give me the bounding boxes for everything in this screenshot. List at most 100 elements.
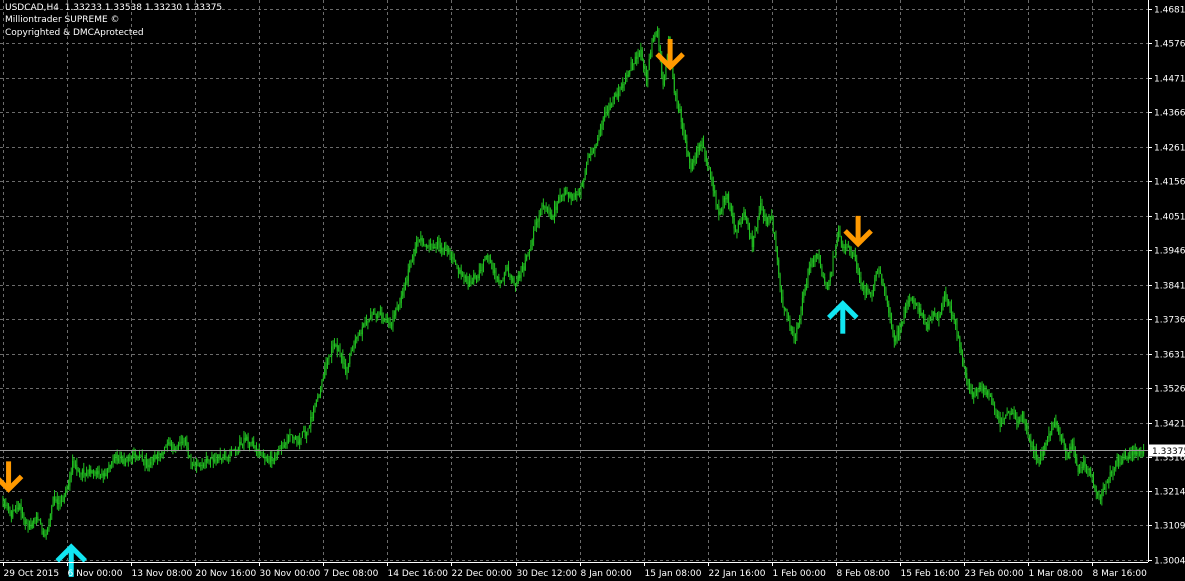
- candle-body: [137, 456, 139, 459]
- candle-body: [182, 441, 184, 443]
- candle-body: [794, 334, 796, 339]
- candle: [757, 217, 759, 234]
- candle: [1116, 453, 1118, 467]
- sell-arrow-icon: [843, 215, 873, 248]
- candle: [648, 53, 650, 71]
- candle: [900, 319, 902, 333]
- candle-body: [765, 215, 767, 225]
- candle-body: [512, 277, 514, 282]
- candle-body: [567, 192, 569, 197]
- candle-body: [205, 458, 207, 463]
- candle: [985, 385, 987, 398]
- candle: [732, 205, 734, 224]
- candle: [1014, 409, 1016, 420]
- candle: [588, 153, 590, 159]
- candle-body: [101, 473, 103, 475]
- candle: [707, 158, 709, 171]
- candle-body: [300, 437, 302, 440]
- candle: [35, 511, 37, 526]
- candle: [711, 171, 713, 187]
- candle-body: [423, 241, 425, 245]
- candle-body: [683, 130, 685, 135]
- candle-body: [730, 205, 732, 213]
- candle: [10, 510, 12, 523]
- candle: [1072, 438, 1074, 451]
- candle-body: [927, 323, 929, 330]
- candle-body: [918, 307, 920, 312]
- candle: [714, 184, 716, 197]
- candle-body: [51, 506, 53, 514]
- candle-body: [826, 288, 828, 290]
- candle: [758, 205, 760, 221]
- candle-body: [197, 463, 199, 466]
- candle: [482, 258, 484, 273]
- candle-body: [99, 474, 101, 476]
- candle: [90, 465, 92, 478]
- y-axis-label: 1.43660: [1154, 109, 1185, 119]
- candle: [843, 244, 845, 254]
- candle-body: [605, 112, 607, 114]
- candle-body: [881, 273, 883, 284]
- candle-body: [212, 458, 214, 462]
- candle: [542, 198, 544, 210]
- x-axis-label: 22 Jan 16:00: [709, 569, 766, 579]
- candle-body: [359, 332, 361, 336]
- candle: [939, 311, 941, 319]
- candle-body: [443, 246, 445, 252]
- candle: [324, 362, 326, 379]
- candle: [930, 316, 932, 322]
- candle: [857, 263, 859, 276]
- candle-body: [949, 304, 951, 307]
- candle: [796, 322, 798, 342]
- price-chart[interactable]: 1.468101.457601.447101.436601.426101.415…: [0, 0, 1185, 581]
- candle-body: [320, 388, 322, 395]
- candle: [675, 90, 677, 102]
- candle: [530, 240, 532, 252]
- candle: [442, 247, 444, 255]
- candle: [439, 237, 441, 254]
- candle-body: [184, 439, 186, 442]
- candle-body: [411, 260, 413, 262]
- candle-body: [179, 442, 181, 445]
- candle: [72, 454, 74, 475]
- candle-body: [969, 384, 971, 390]
- candle: [216, 454, 218, 464]
- candle: [846, 243, 848, 252]
- candle: [574, 187, 576, 200]
- candle-body: [899, 327, 901, 336]
- candle: [251, 437, 253, 447]
- candle: [86, 466, 88, 477]
- y-axis-label: 1.37360: [1154, 316, 1185, 326]
- candle-body: [406, 281, 408, 284]
- candle: [428, 239, 430, 253]
- candle-body: [168, 442, 170, 444]
- candle: [347, 362, 349, 373]
- candle: [83, 462, 85, 478]
- candle: [625, 72, 627, 85]
- candle-body: [822, 276, 824, 278]
- candle-body: [76, 464, 78, 471]
- candle-body: [1026, 425, 1028, 429]
- candle-body: [633, 63, 635, 65]
- candle: [87, 469, 89, 479]
- candle: [431, 243, 433, 251]
- candle: [1126, 455, 1128, 461]
- candle: [299, 432, 301, 450]
- candle-body: [973, 392, 975, 397]
- candle-body: [559, 195, 561, 198]
- candle-body: [1062, 439, 1064, 441]
- candle: [870, 291, 872, 298]
- chart-canvas[interactable]: 1.468101.457601.447101.436601.426101.415…: [0, 0, 1185, 581]
- candle: [946, 294, 948, 307]
- candle-body: [52, 496, 54, 507]
- candle-body: [448, 249, 450, 252]
- candles: [2, 26, 1145, 540]
- candle: [488, 254, 490, 265]
- candle-body: [354, 338, 356, 346]
- candle: [774, 231, 776, 240]
- candle-body: [91, 470, 93, 474]
- candle: [201, 458, 203, 471]
- candle-body: [966, 373, 968, 379]
- candle-body: [1047, 437, 1049, 445]
- candle: [629, 70, 631, 77]
